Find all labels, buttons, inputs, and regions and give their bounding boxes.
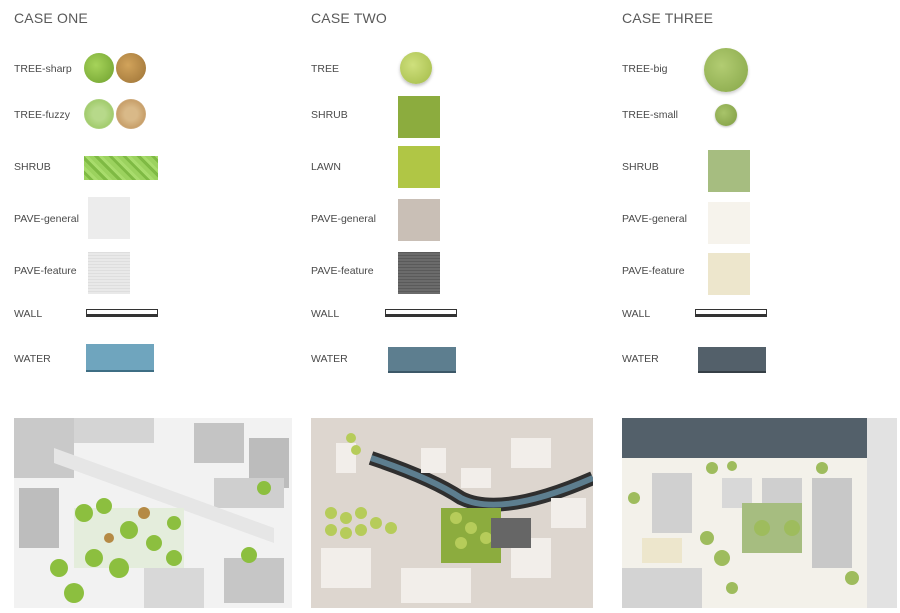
legend-label-pave-general: PAVE-general (14, 213, 79, 225)
water-swatch (388, 347, 456, 373)
tree-small-swatch (715, 104, 737, 126)
pave-general-swatch (398, 199, 440, 241)
case-three-legend: CASE THREE TREE-big TREE-small SHRUB PAV… (622, 0, 900, 400)
shrub-swatch (708, 150, 750, 192)
case-one-site-plan (14, 418, 292, 608)
pave-feature-swatch (708, 253, 750, 295)
legend-label-tree-big: TREE-big (622, 63, 668, 75)
pave-general-swatch (708, 202, 750, 244)
legend-label-wall: WALL (311, 308, 340, 320)
legend-label-pave-feature: PAVE-feature (622, 265, 685, 277)
shrub-swatch (398, 96, 440, 138)
wall-swatch (86, 309, 158, 317)
legend-label-pave-general: PAVE-general (622, 213, 687, 225)
legend-label-water: WATER (311, 353, 348, 365)
tree-swatch (400, 52, 432, 84)
tree-big-swatch (704, 48, 748, 92)
pave-general-swatch (88, 197, 130, 239)
case-two-legend: CASE TWO TREE SHRUB LAWN PAVE-general PA… (311, 0, 601, 400)
water-swatch (86, 344, 154, 372)
legend-label-wall: WALL (14, 308, 43, 320)
legend-label-shrub: SHRUB (14, 161, 51, 173)
case-one-legend: CASE ONE TREE-sharp TREE-fuzzy SHRUB PAV… (14, 0, 304, 400)
case-title: CASE TWO (311, 10, 388, 26)
wall-swatch (695, 309, 767, 317)
lawn-swatch (398, 146, 440, 188)
legend-label-lawn: LAWN (311, 161, 341, 173)
tree-sharp-green-swatch (84, 53, 114, 83)
pave-feature-swatch (398, 252, 440, 294)
legend-label-tree: TREE (311, 63, 340, 75)
case-title: CASE THREE (622, 10, 714, 26)
legend-label-shrub: SHRUB (311, 109, 348, 121)
tree-sharp-brown-swatch (116, 53, 146, 83)
legend-label-pave-feature: PAVE-feature (311, 265, 374, 277)
legend-label-tree-sharp: TREE-sharp (14, 63, 72, 75)
legend-label-pave-feature: PAVE-feature (14, 265, 77, 277)
legend-label-pave-general: PAVE-general (311, 213, 376, 225)
legend-label-tree-small: TREE-small (622, 109, 679, 121)
case-three-site-plan (622, 418, 897, 608)
tree-fuzzy-brown-swatch (116, 99, 146, 129)
legend-label-shrub: SHRUB (622, 161, 659, 173)
tree-fuzzy-green-swatch (84, 99, 114, 129)
legend-label-water: WATER (14, 353, 51, 365)
wall-swatch (385, 309, 457, 317)
pave-feature-swatch (88, 252, 130, 294)
shrub-swatch (84, 156, 158, 180)
case-two-site-plan (311, 418, 593, 608)
legend-label-tree-fuzzy: TREE-fuzzy (14, 109, 71, 121)
case-title: CASE ONE (14, 10, 88, 26)
legend-label-wall: WALL (622, 308, 651, 320)
legend-label-water: WATER (622, 353, 659, 365)
water-swatch (698, 347, 766, 373)
